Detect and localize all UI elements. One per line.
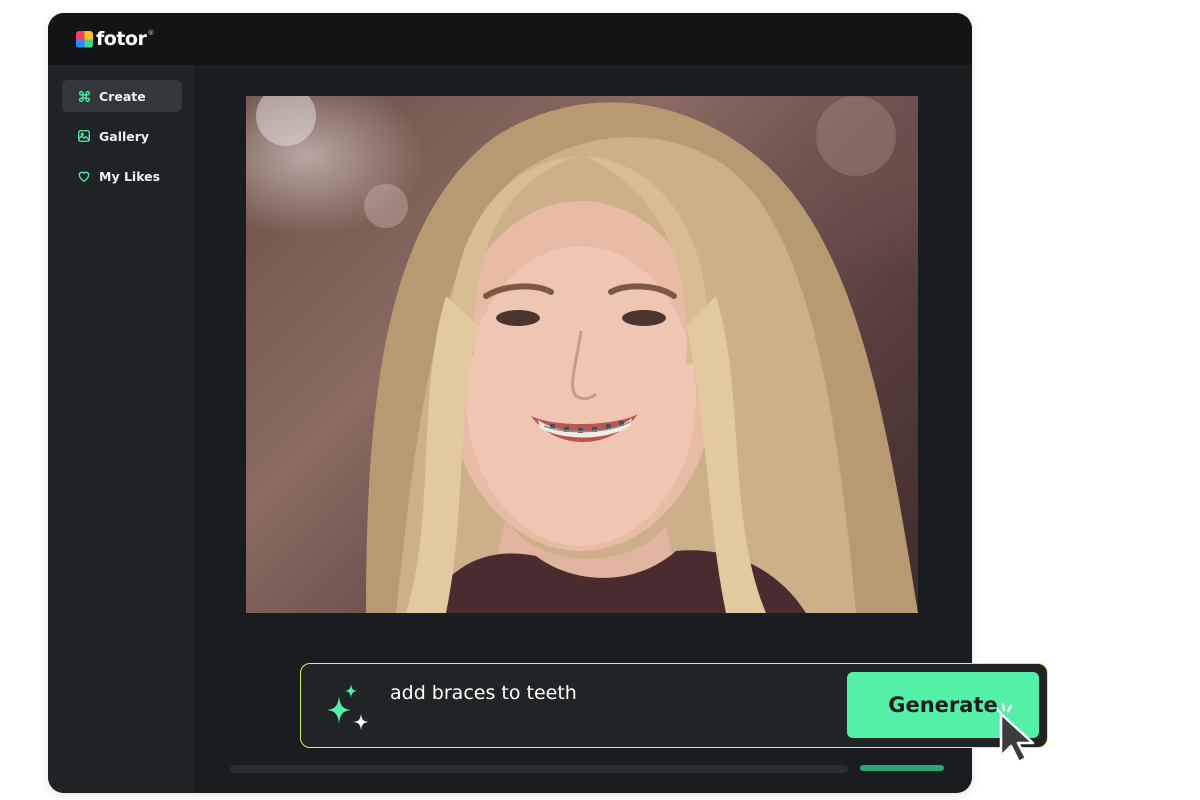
- image-icon: [77, 129, 91, 143]
- sidebar-item-label: Create: [99, 88, 146, 104]
- hidden-button-strip: [860, 765, 944, 771]
- sidebar: Create Gallery My Likes: [48, 65, 194, 793]
- logo-registered-mark: ®: [147, 29, 155, 37]
- fotor-logo[interactable]: fotor ®: [76, 27, 154, 51]
- sidebar-item-my-likes[interactable]: My Likes: [62, 160, 182, 192]
- top-bar: fotor ®: [48, 13, 972, 65]
- fotor-logo-icon: [76, 30, 93, 48]
- generated-image[interactable]: [246, 96, 918, 613]
- sidebar-item-gallery[interactable]: Gallery: [62, 120, 182, 152]
- prompt-input[interactable]: add braces to teeth: [390, 682, 577, 704]
- sidebar-item-label: Gallery: [99, 128, 150, 144]
- sparkle-icon: [327, 684, 369, 730]
- sidebar-item-create[interactable]: Create: [62, 80, 182, 112]
- sidebar-item-label: My Likes: [99, 168, 161, 184]
- prompt-bar: add braces to teeth Generate: [300, 663, 1048, 748]
- command-icon: [77, 89, 91, 103]
- portrait-illustration: [256, 96, 918, 613]
- mouse-cursor-icon: [997, 702, 1035, 764]
- logo-text: fotor: [96, 28, 147, 50]
- hidden-input-strip: [230, 765, 848, 773]
- heart-icon: [77, 169, 91, 183]
